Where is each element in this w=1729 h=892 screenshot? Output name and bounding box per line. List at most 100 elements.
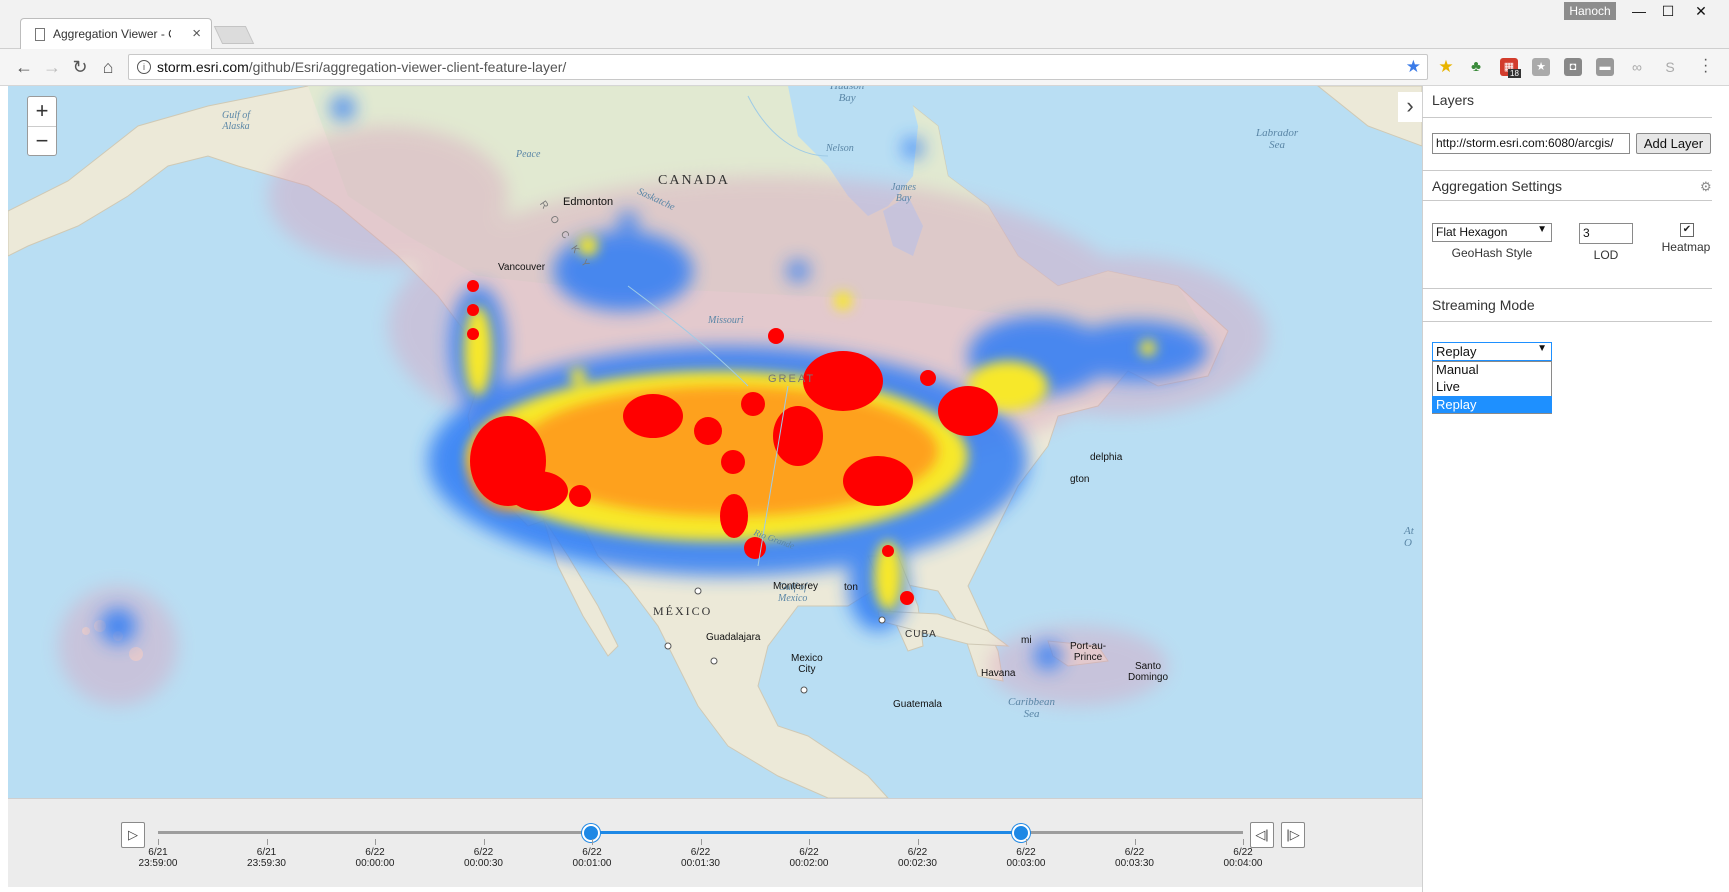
lod-input[interactable]: 3 — [1579, 223, 1633, 244]
info-icon[interactable]: i — [137, 60, 151, 74]
tab-title: Aggregation Viewer - Cli — [53, 27, 171, 41]
divider — [1422, 288, 1712, 289]
tick-time: 23:59:00 — [138, 858, 178, 869]
geohash-style-label: GeoHash Style — [1451, 246, 1533, 260]
heatmap-label: Heatmap — [1661, 240, 1711, 254]
next-button[interactable]: |▷ — [1281, 822, 1305, 848]
tick-time: 00:00:30 — [464, 858, 503, 869]
zoom-out-button[interactable]: − — [28, 127, 56, 156]
add-layer-button[interactable]: Add Layer — [1636, 133, 1711, 154]
option-replay[interactable]: Replay — [1432, 396, 1552, 413]
label-nelson: Nelson — [826, 143, 854, 154]
label-guatemala: Guatemala — [893, 699, 942, 710]
label-edmonton: Edmonton — [563, 196, 614, 208]
address-bar[interactable]: i storm.esri.com/github/Esri/aggregation… — [128, 54, 1428, 80]
extension-star-icon[interactable]: ★ — [1437, 58, 1455, 76]
tick-time: 00:03:00 — [1006, 858, 1046, 869]
label-peace: Peace — [516, 149, 541, 160]
tick-label: 6/21 23:59:30 — [227, 847, 307, 869]
tick-label: 6/22 00:02:00 — [769, 847, 849, 869]
heatmap-checkbox[interactable]: ✔ — [1680, 223, 1694, 237]
layers-header: Layers — [1432, 92, 1475, 108]
range-start-handle[interactable] — [582, 824, 600, 842]
label-miami: mi — [1021, 635, 1032, 646]
user-profile-button[interactable]: Hanoch — [1564, 2, 1616, 20]
tick-mark — [917, 839, 919, 845]
zoom-control: + − — [27, 96, 57, 156]
label-houston: ton — [844, 582, 858, 593]
tick-label: 6/21 23:59:00 — [118, 847, 198, 869]
basemap — [8, 86, 1422, 798]
tick-date: 6/21 — [148, 847, 168, 858]
slider-track[interactable] — [158, 831, 1243, 834]
title-bar — [0, 0, 1729, 49]
label-cuba: CUBA — [905, 629, 937, 640]
lod-label: LOD — [1593, 248, 1619, 262]
label-monterrey: Monterrey — [773, 581, 819, 592]
label-port-au-prince: Port-au- Prince — [1070, 641, 1107, 663]
home-button[interactable]: ⌂ — [96, 55, 120, 79]
tick-mark — [700, 839, 702, 845]
side-panel — [1422, 86, 1729, 892]
maximize-button[interactable]: ☐ — [1651, 0, 1685, 22]
tick-mark — [158, 839, 159, 845]
label-labrador-sea: Labrador Sea — [1256, 127, 1299, 151]
window-close-button[interactable]: ✕ — [1684, 0, 1718, 22]
slider-range — [591, 831, 1021, 834]
tick-date: 6/22 — [473, 847, 494, 858]
label-havana: Havana — [981, 668, 1016, 679]
geohash-style-select[interactable]: Flat Hexagon ▼ — [1432, 223, 1552, 242]
option-live[interactable]: Live — [1432, 378, 1552, 395]
panel-collapse-button[interactable]: › — [1398, 92, 1422, 122]
tick-label: 6/22 00:01:30 — [661, 847, 741, 869]
tick-time: 23:59:30 — [247, 858, 286, 869]
tab-close-icon[interactable]: × — [192, 25, 201, 42]
tick-time: 00:02:00 — [789, 858, 829, 869]
tick-mark — [592, 839, 593, 845]
menu-icon[interactable]: · · · — [1703, 52, 1708, 80]
extension-pocket-icon[interactable]: ◘ — [1564, 58, 1582, 76]
tick-mark — [1243, 839, 1244, 845]
tick-label: 6/22 00:03:00 — [986, 847, 1066, 869]
layer-url-input[interactable]: http://storm.esri.com:6080/arcgis/ — [1432, 133, 1630, 154]
divider — [1422, 170, 1712, 171]
label-gulf-alaska: Gulf of Alaska — [222, 110, 251, 132]
extension-cast-icon[interactable]: ▬ — [1596, 58, 1614, 76]
divider — [1422, 117, 1712, 118]
extension-badge: 18 — [1508, 69, 1521, 78]
tick-mark — [483, 839, 485, 845]
extension-gray-star-icon[interactable]: ★ — [1532, 58, 1550, 76]
label-james-bay: James Bay — [891, 182, 916, 204]
streaming-mode-select[interactable]: Replay ▼ — [1432, 342, 1552, 361]
tick-label: 6/22 00:00:00 — [335, 847, 415, 869]
page-icon — [35, 28, 45, 41]
play-button[interactable]: ▷ — [121, 822, 145, 848]
reload-button[interactable]: ↻ — [68, 55, 92, 79]
forward-button[interactable]: → — [40, 55, 64, 79]
label-santo-domingo: Santo Domingo — [1128, 661, 1169, 683]
tick-mark — [266, 839, 268, 845]
tick-date: 6/22 — [1016, 847, 1036, 858]
extension-link-icon[interactable]: ∞ — [1628, 58, 1646, 76]
chevron-down-icon: ▼ — [1537, 224, 1547, 235]
tick-time: 00:01:00 — [572, 858, 612, 869]
gear-icon[interactable]: ⚙ — [1700, 179, 1712, 195]
tick-label: 6/22 00:02:30 — [878, 847, 958, 869]
browser-tab[interactable]: Aggregation Viewer - Cli × — [20, 18, 212, 50]
tick-date: 6/22 — [365, 847, 385, 858]
tick-time: 00:02:30 — [898, 858, 937, 869]
map-view[interactable]: CANADA MÉXICO CUBA Hudson Bay James Bay … — [8, 86, 1422, 798]
extension-tree-icon[interactable]: ♣ — [1467, 58, 1485, 76]
label-great-plains: GREAT — [768, 373, 816, 385]
back-button[interactable]: ← — [12, 55, 36, 79]
tick-mark — [375, 839, 376, 845]
tick-time: 00:01:30 — [681, 858, 720, 869]
range-end-handle[interactable] — [1012, 824, 1030, 842]
streaming-header: Streaming Mode — [1432, 297, 1535, 313]
extension-skype-icon[interactable]: S — [1661, 58, 1679, 76]
zoom-in-button[interactable]: + — [28, 97, 56, 127]
bookmark-star-icon[interactable]: ★ — [1406, 57, 1421, 77]
option-manual[interactable]: Manual — [1432, 361, 1552, 378]
previous-button[interactable]: ◁| — [1250, 822, 1274, 848]
url-text: storm.esri.com/github/Esri/aggregation-v… — [157, 59, 567, 75]
